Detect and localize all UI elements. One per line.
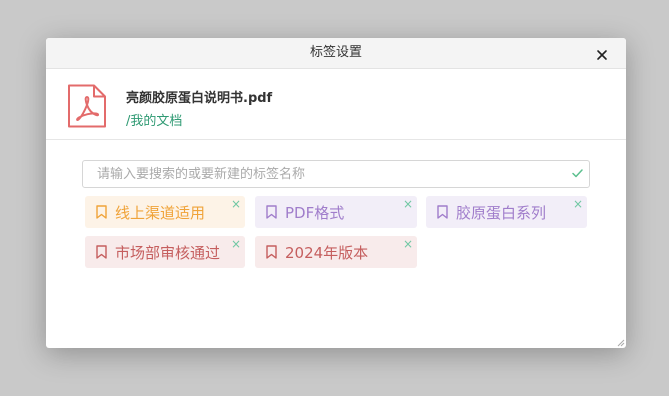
tag-item[interactable]: 胶原蛋白系列 × bbox=[426, 196, 587, 228]
tag-label: PDF格式 bbox=[285, 204, 345, 222]
bookmark-icon bbox=[96, 205, 107, 219]
bookmark-icon bbox=[96, 245, 107, 259]
file-info: 亮颜胶原蛋白说明书.pdf /我的文档 bbox=[46, 69, 626, 140]
tag-remove-button[interactable]: × bbox=[403, 197, 413, 211]
check-icon[interactable] bbox=[572, 168, 583, 179]
tag-search-input[interactable] bbox=[97, 164, 557, 184]
tag-label: 市场部审核通过 bbox=[115, 244, 221, 262]
tag-label: 胶原蛋白系列 bbox=[456, 204, 547, 222]
dialog-titlebar: 标签设置 bbox=[46, 38, 626, 69]
tag-remove-button[interactable]: × bbox=[573, 197, 583, 211]
file-name: 亮颜胶原蛋白说明书.pdf bbox=[126, 91, 273, 106]
tag-item[interactable]: 市场部审核通过 × bbox=[85, 236, 245, 268]
tag-search-box bbox=[82, 160, 590, 188]
bookmark-icon bbox=[437, 205, 448, 219]
tag-label: 线上渠道适用 bbox=[115, 204, 206, 222]
tag-remove-button[interactable]: × bbox=[231, 197, 241, 211]
dialog-title: 标签设置 bbox=[309, 45, 362, 60]
tag-remove-button[interactable]: × bbox=[403, 237, 413, 251]
close-button[interactable] bbox=[594, 45, 610, 61]
resize-grip-icon[interactable] bbox=[615, 337, 625, 347]
close-icon bbox=[597, 50, 607, 60]
tag-settings-dialog: 标签设置 亮颜胶原蛋白说明书.pdf /我的文档 线上渠道适用 × bbox=[46, 38, 626, 348]
tag-label: 2024年版本 bbox=[285, 244, 369, 262]
file-path-link[interactable]: /我的文档 bbox=[126, 110, 182, 129]
tag-item[interactable]: 线上渠道适用 × bbox=[85, 196, 245, 228]
tag-remove-button[interactable]: × bbox=[231, 237, 241, 251]
pdf-icon bbox=[67, 84, 107, 128]
tag-item[interactable]: 2024年版本 × bbox=[255, 236, 417, 268]
bookmark-icon bbox=[266, 245, 277, 259]
tag-item[interactable]: PDF格式 × bbox=[255, 196, 417, 228]
bookmark-icon bbox=[266, 205, 277, 219]
